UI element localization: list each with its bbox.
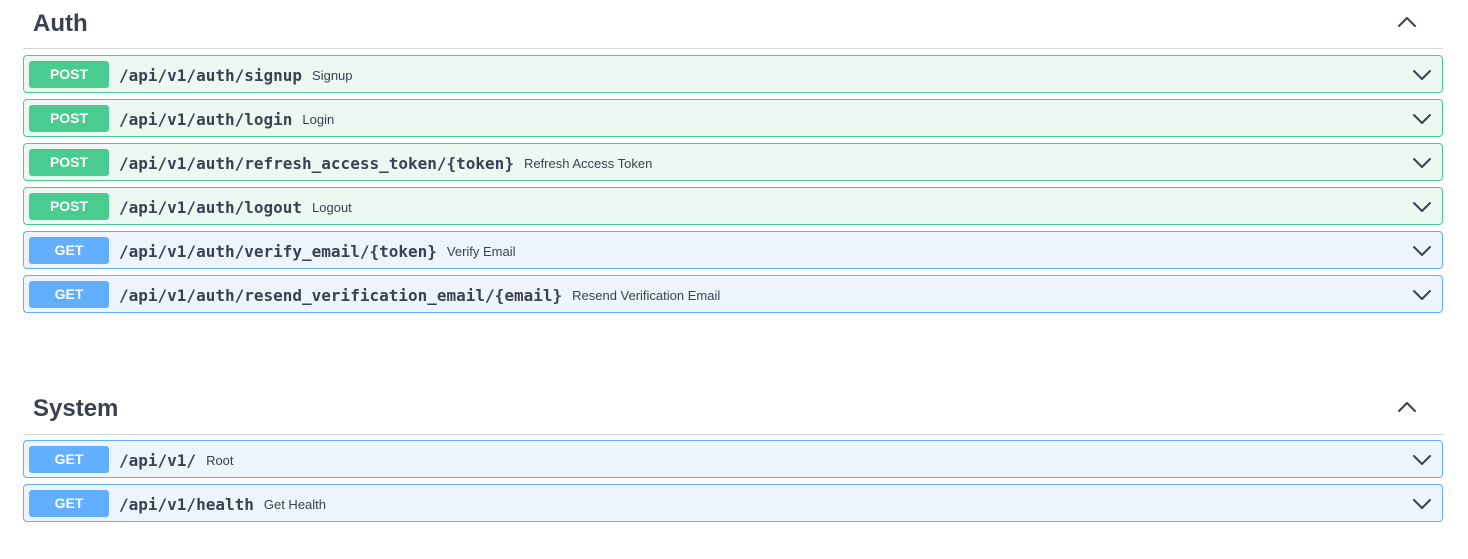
- chevron-down-icon[interactable]: [1412, 285, 1432, 305]
- operations-list: GET /api/v1/ Root GET /api/v1/health Get…: [23, 440, 1443, 522]
- operation-path: /api/v1/auth/login: [119, 109, 293, 129]
- chevron-up-icon[interactable]: [1397, 397, 1417, 417]
- operation-summary: Root: [206, 452, 234, 468]
- operation-summary: Refresh Access Token: [523, 155, 653, 171]
- chevron-down-icon[interactable]: [1412, 153, 1432, 173]
- operation-summary: Verify Email: [446, 243, 516, 259]
- operations-list: POST /api/v1/auth/signup Signup POST /ap…: [23, 55, 1443, 313]
- operation-path: /api/v1/auth/verify_email/{token}: [119, 241, 437, 261]
- tag-title: Auth: [33, 10, 88, 37]
- method-badge: POST: [29, 105, 109, 132]
- operation-path: /api/v1/auth/resend_verification_email/{…: [119, 285, 563, 305]
- operation-path: /api/v1/auth/signup: [119, 65, 303, 85]
- method-badge: POST: [29, 149, 109, 176]
- chevron-down-icon[interactable]: [1412, 241, 1432, 261]
- operation-path: /api/v1/health: [119, 494, 254, 514]
- operation-row[interactable]: GET /api/v1/auth/verify_email/{token} Ve…: [23, 231, 1443, 269]
- method-badge: POST: [29, 61, 109, 88]
- operation-row[interactable]: GET /api/v1/health Get Health: [23, 484, 1443, 522]
- operation-summary: Resend Verification Email: [572, 287, 721, 303]
- operation-path: /api/v1/auth/refresh_access_token/{token…: [119, 153, 514, 173]
- operation-row[interactable]: GET /api/v1/auth/resend_verification_ema…: [23, 275, 1443, 313]
- tag-title: System: [33, 395, 119, 422]
- method-badge: GET: [29, 281, 109, 308]
- method-badge: GET: [29, 446, 109, 473]
- method-badge: GET: [29, 237, 109, 264]
- operation-path: /api/v1/: [119, 450, 197, 470]
- operation-row[interactable]: POST /api/v1/auth/refresh_access_token/{…: [23, 143, 1443, 181]
- method-badge: GET: [29, 490, 109, 517]
- tag-section-system: System GET /api/v1/ Root GET /api/v1/hea…: [23, 385, 1443, 522]
- operation-row[interactable]: POST /api/v1/auth/logout Logout: [23, 187, 1443, 225]
- chevron-down-icon[interactable]: [1412, 109, 1432, 129]
- chevron-up-icon[interactable]: [1397, 12, 1417, 32]
- tag-section-auth: Auth POST /api/v1/auth/signup Signup POS…: [23, 0, 1443, 313]
- tag-header-auth[interactable]: Auth: [23, 0, 1443, 49]
- operation-summary: Logout: [312, 199, 352, 215]
- chevron-down-icon[interactable]: [1412, 197, 1432, 217]
- operation-row[interactable]: GET /api/v1/ Root: [23, 440, 1443, 478]
- swagger-page: Auth POST /api/v1/auth/signup Signup POS…: [0, 0, 1468, 559]
- method-badge: POST: [29, 193, 109, 220]
- operation-row[interactable]: POST /api/v1/auth/login Login: [23, 99, 1443, 137]
- operation-summary: Get Health: [263, 496, 327, 512]
- chevron-down-icon[interactable]: [1412, 450, 1432, 470]
- operation-row[interactable]: POST /api/v1/auth/signup Signup: [23, 55, 1443, 93]
- operation-summary: Login: [302, 111, 335, 127]
- chevron-down-icon[interactable]: [1412, 494, 1432, 514]
- chevron-down-icon[interactable]: [1412, 65, 1432, 85]
- operation-path: /api/v1/auth/logout: [119, 197, 303, 217]
- operation-summary: Signup: [312, 67, 353, 83]
- tag-header-system[interactable]: System: [23, 385, 1443, 435]
